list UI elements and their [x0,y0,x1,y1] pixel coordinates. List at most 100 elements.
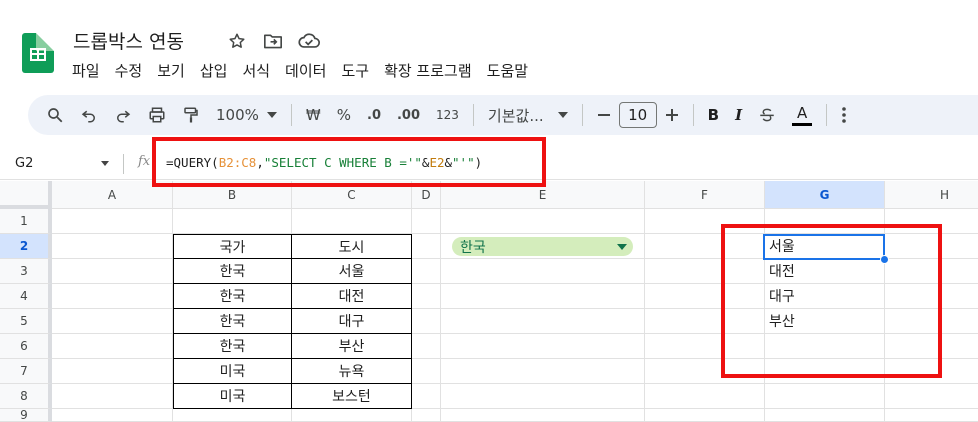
sheets-logo-icon[interactable] [22,33,54,73]
percent-format-button[interactable]: % [329,101,359,129]
paint-format-icon[interactable] [174,101,208,129]
cell-a7[interactable] [52,359,173,384]
dropdown-chip-e2[interactable]: 한국 [452,237,633,256]
cell-e1[interactable] [441,209,645,234]
cell-b1[interactable] [173,209,292,234]
menu-help[interactable]: 도움말 [487,60,528,81]
row-header-4[interactable]: 4 [0,284,52,309]
strikethrough-icon[interactable] [750,101,784,129]
menu-data[interactable]: 데이터 [285,60,326,81]
cell-c1[interactable] [292,209,412,234]
increase-font-size-icon[interactable] [657,101,687,129]
undo-icon[interactable] [72,101,106,129]
zoom-select[interactable]: 100% [208,101,285,129]
table-header-cell[interactable]: 도시 [292,234,412,259]
redo-icon[interactable] [106,101,140,129]
table-cell[interactable]: 서울 [292,259,412,284]
cell-e4[interactable] [441,284,645,309]
cell-c9[interactable] [292,409,412,422]
row-header-3[interactable]: 3 [0,259,52,284]
decrease-decimal-button[interactable]: .0 [359,101,389,129]
cell-e3[interactable] [441,259,645,284]
font-select[interactable]: 기본값... [480,101,576,129]
search-menus-icon[interactable] [38,101,72,129]
cell-e5[interactable] [441,309,645,334]
dropdown-caret-icon[interactable] [617,244,627,250]
font-size-input[interactable]: 10 [618,102,657,128]
cell-e7[interactable] [441,359,645,384]
table-cell[interactable]: 한국 [173,334,292,359]
table-cell[interactable]: 대전 [292,284,412,309]
table-cell[interactable]: 한국 [173,259,292,284]
menu-tools[interactable]: 도구 [341,60,369,81]
table-cell[interactable]: 부산 [292,334,412,359]
cell-d9[interactable] [412,409,441,422]
cell-d8[interactable] [412,384,441,409]
cell-e8[interactable] [441,384,645,409]
cell-f8[interactable] [645,384,765,409]
table-cell[interactable]: 미국 [173,384,292,409]
row-header-7[interactable]: 7 [0,359,52,384]
row-header-9[interactable]: 9 [0,408,52,422]
cell-a2[interactable] [52,234,173,259]
cell-b9[interactable] [173,409,292,422]
column-header-g[interactable]: G [765,181,885,209]
menu-format[interactable]: 서식 [242,60,270,81]
star-icon[interactable] [226,30,248,52]
cell-d4[interactable] [412,284,441,309]
column-header-h[interactable]: H [885,181,978,209]
cell-e9[interactable] [441,409,645,422]
more-options-icon[interactable] [833,101,855,129]
table-cell[interactable]: 한국 [173,284,292,309]
table-header-cell[interactable]: 국가 [173,234,292,259]
cell-f9[interactable] [645,409,765,422]
cell-a6[interactable] [52,334,173,359]
row-header-8[interactable]: 8 [0,384,52,409]
cell-g8[interactable] [765,384,885,409]
row-header-1[interactable]: 1 [0,209,52,234]
cell-a9[interactable] [52,409,173,422]
menu-view[interactable]: 보기 [157,60,185,81]
cell-h9[interactable] [885,409,978,422]
table-cell[interactable]: 보스턴 [292,384,412,409]
table-cell[interactable]: 대구 [292,309,412,334]
row-header-2[interactable]: 2 [0,234,52,259]
cell-d3[interactable] [412,259,441,284]
menu-edit[interactable]: 수정 [115,60,143,81]
cell-a3[interactable] [52,259,173,284]
move-to-folder-icon[interactable] [262,30,284,52]
cell-a4[interactable] [52,284,173,309]
cell-g9[interactable] [765,409,885,422]
currency-format-button[interactable]: ₩ [298,101,329,129]
italic-button[interactable]: I [727,101,750,129]
cell-h8[interactable] [885,384,978,409]
cell-d7[interactable] [412,359,441,384]
menu-extensions[interactable]: 확장 프로그램 [384,60,472,81]
row-header-6[interactable]: 6 [0,334,52,359]
menu-insert[interactable]: 삽입 [200,60,228,81]
column-header-f[interactable]: F [645,181,765,209]
menu-file[interactable]: 파일 [72,60,100,81]
cell-d5[interactable] [412,309,441,334]
table-cell[interactable]: 뉴욕 [292,359,412,384]
number-format-button[interactable]: 123 [428,101,467,129]
decrease-font-size-icon[interactable] [589,101,619,129]
document-title[interactable]: 드롭박스 연동 [73,27,184,54]
row-header-5[interactable]: 5 [0,309,52,334]
table-cell[interactable]: 미국 [173,359,292,384]
cell-d6[interactable] [412,334,441,359]
name-box[interactable]: G2 [15,156,33,171]
cell-d2[interactable] [412,234,441,259]
print-icon[interactable] [140,101,174,129]
cell-e6[interactable] [441,334,645,359]
cloud-status-icon[interactable] [298,30,320,52]
cell-d1[interactable] [412,209,441,234]
table-cell[interactable]: 한국 [173,309,292,334]
bold-button[interactable]: B [700,101,727,129]
cell-a1[interactable] [52,209,173,234]
select-all-corner[interactable] [0,181,52,209]
text-color-button[interactable]: A [784,101,820,129]
cell-a5[interactable] [52,309,173,334]
increase-decimal-button[interactable]: .00 [389,101,428,129]
name-box-dropdown-icon[interactable] [101,161,109,166]
